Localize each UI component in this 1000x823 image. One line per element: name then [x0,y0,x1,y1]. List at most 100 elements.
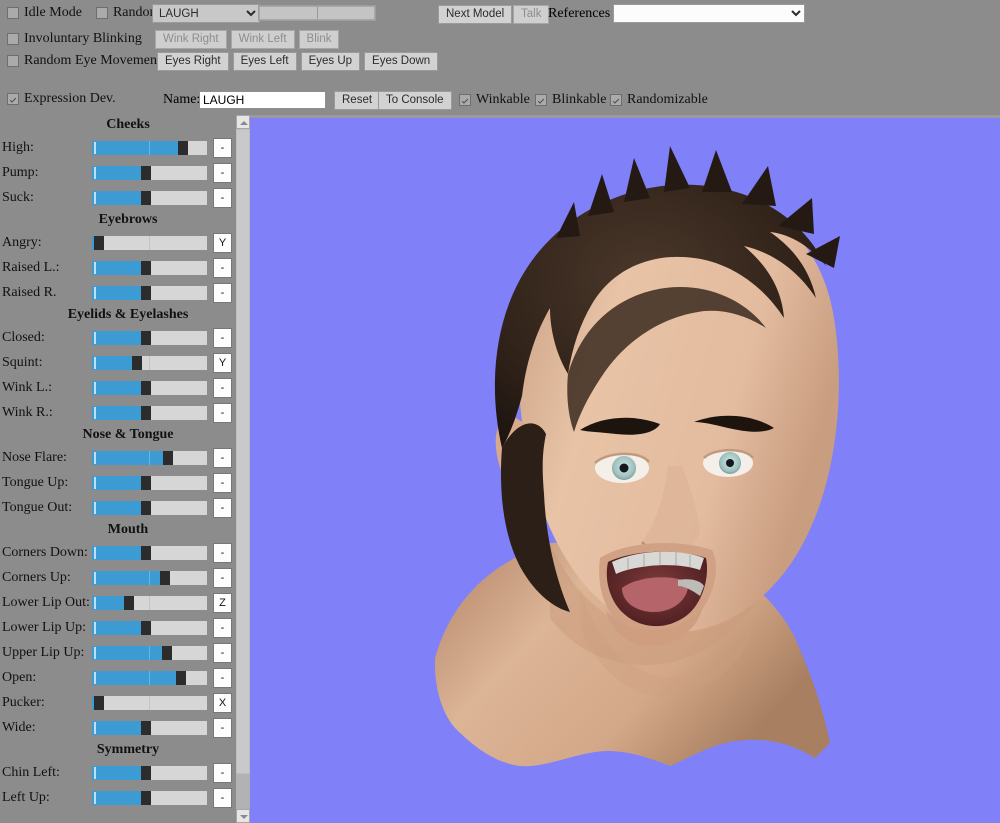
slider-thumb[interactable] [141,620,152,635]
slider-thumb[interactable] [141,190,152,205]
slider-thumb[interactable] [162,645,173,660]
parameter-key-field[interactable]: - [213,642,232,663]
eyes-down-button[interactable]: Eyes Down [364,52,439,71]
references-select[interactable] [613,4,805,23]
parameter-key-field[interactable]: - [213,497,232,518]
blink-button[interactable]: Blink [298,30,340,49]
parameter-key-field[interactable]: - [213,617,232,638]
parameter-slider[interactable] [92,450,207,465]
parameter-slider[interactable] [92,330,207,345]
parameter-slider[interactable] [92,570,207,585]
slider-thumb[interactable] [131,355,142,370]
slider-thumb[interactable] [141,260,152,275]
slider-thumb[interactable] [141,405,152,420]
parameter-label: Tongue Out: [2,499,73,515]
parameter-slider[interactable] [92,500,207,515]
parameter-key-field[interactable]: - [213,282,232,303]
parameter-key-field[interactable]: - [213,762,232,783]
slider-thumb[interactable] [141,790,152,805]
slider-thumb[interactable] [141,765,152,780]
parameter-slider[interactable] [92,380,207,395]
parameter-key-field[interactable]: X [213,692,232,713]
reset-button[interactable]: Reset [334,91,381,110]
eyes-right-button[interactable]: Eyes Right [157,52,229,71]
parameter-slider[interactable] [92,595,207,610]
parameter-row: Pucker: X [0,690,236,715]
involuntary-blinking-checkbox[interactable] [7,33,19,45]
to-console-button[interactable]: To Console [378,91,452,110]
slider-thumb[interactable] [94,695,105,710]
parameter-key-field[interactable]: Y [213,232,232,253]
parameter-slider[interactable] [92,695,207,710]
parameter-slider[interactable] [92,285,207,300]
parameter-slider[interactable] [92,165,207,180]
slider-thumb[interactable] [141,475,152,490]
random-eye-movement-checkbox[interactable] [7,55,19,67]
parameter-key-field[interactable]: - [213,257,232,278]
eyes-up-button[interactable]: Eyes Up [300,52,361,71]
slider-thumb[interactable] [163,450,174,465]
parameter-slider[interactable] [92,720,207,735]
parameter-key-field[interactable]: - [213,162,232,183]
random-checkbox[interactable] [95,7,108,19]
parameter-key-field[interactable]: - [213,472,232,493]
parameter-key-field[interactable]: - [213,377,232,398]
parameter-slider[interactable] [92,645,207,660]
name-input[interactable] [199,91,326,109]
parameter-slider[interactable] [92,235,207,250]
parameter-slider[interactable] [92,405,207,420]
wink-left-button[interactable]: Wink Left [230,30,295,49]
parameter-key-field[interactable]: - [213,667,232,688]
winkable-checkbox[interactable] [459,94,471,106]
idle-mode-checkbox[interactable] [7,7,19,19]
slider-thumb[interactable] [141,285,152,300]
slider-thumb[interactable] [160,570,171,585]
parameter-slider[interactable] [92,790,207,805]
parameter-key-field[interactable]: Y [213,352,232,373]
parameter-key-field[interactable]: - [213,542,232,563]
parameter-slider[interactable] [92,475,207,490]
parameter-slider[interactable] [92,190,207,205]
slider-thumb[interactable] [123,595,134,610]
wink-right-button[interactable]: Wink Right [155,30,227,49]
slider-thumb[interactable] [141,330,152,345]
parameter-key-field[interactable]: - [213,327,232,348]
parameter-key-field[interactable]: - [213,567,232,588]
slider-thumb[interactable] [94,235,105,250]
parameter-key-field[interactable]: - [213,137,232,158]
parameter-slider[interactable] [92,670,207,685]
expression-dev-checkbox[interactable] [7,93,19,105]
sidebar-scrollbar[interactable] [236,115,250,823]
parameter-key-field[interactable]: - [213,717,232,738]
scrollbar-thumb[interactable] [236,129,250,774]
parameter-key-field[interactable]: - [213,787,232,808]
parameter-slider[interactable] [92,355,207,370]
parameter-key-field[interactable]: - [213,447,232,468]
scroll-up-arrow-icon[interactable] [236,115,250,129]
parameter-slider[interactable] [92,620,207,635]
next-model-button[interactable]: Next Model [438,5,513,24]
slider-thumb[interactable] [141,720,152,735]
model-viewport[interactable] [250,118,1000,823]
expression-strength-slider[interactable] [258,5,376,21]
slider-thumb[interactable] [141,165,152,180]
slider-thumb[interactable] [178,140,189,155]
parameter-slider[interactable] [92,260,207,275]
parameter-slider[interactable] [92,140,207,155]
blinkable-checkbox[interactable] [535,94,547,106]
expression-select[interactable]: LAUGH [152,4,260,23]
slider-thumb[interactable] [176,670,186,685]
slider-thumb[interactable] [141,500,152,515]
randomizable-checkbox[interactable] [610,94,622,106]
parameter-slider[interactable] [92,765,207,780]
slider-thumb[interactable] [141,545,152,560]
slider-thumb[interactable] [141,380,152,395]
scroll-down-arrow-icon[interactable] [236,809,250,823]
expression-parameter-sidebar[interactable]: Cheeks High: - Pump: - Suck: - Eyebrows Angry: Y R… [0,115,236,823]
eyes-left-button[interactable]: Eyes Left [232,52,297,71]
parameter-slider[interactable] [92,545,207,560]
parameter-key-field[interactable]: Z [213,592,232,613]
talk-button[interactable]: Talk [513,5,550,24]
parameter-key-field[interactable]: - [213,402,232,423]
parameter-key-field[interactable]: - [213,187,232,208]
